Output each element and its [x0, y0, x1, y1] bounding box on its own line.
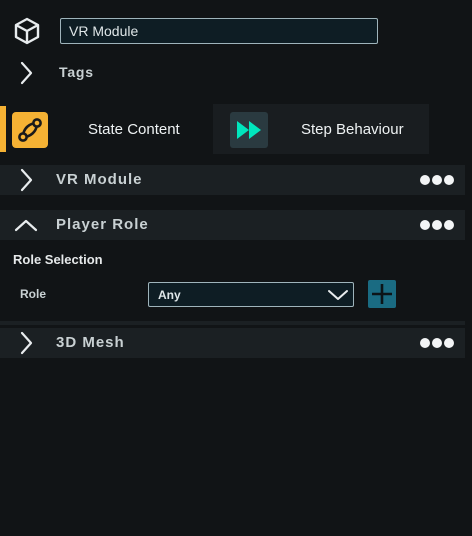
fast-forward-icon[interactable]	[230, 112, 268, 148]
tab-step-behaviour-label[interactable]: Step Behaviour	[301, 121, 404, 138]
add-role-button[interactable]	[368, 280, 396, 308]
chevron-right-icon[interactable]	[14, 60, 38, 86]
plus-icon	[372, 284, 392, 304]
chevron-down-icon	[328, 290, 348, 300]
section-title: 3D Mesh	[56, 334, 125, 351]
role-dropdown-value: Any	[158, 288, 181, 302]
role-field-label: Role	[20, 287, 47, 301]
section-vr-module[interactable]: VR Module	[0, 165, 465, 195]
more-options-icon[interactable]	[420, 336, 454, 350]
more-options-icon[interactable]	[420, 173, 454, 187]
chevron-right-icon[interactable]	[14, 331, 38, 355]
tab-state-content-label[interactable]: State Content	[88, 121, 180, 138]
section-divider	[0, 321, 465, 325]
role-selection-label: Role Selection	[13, 252, 103, 267]
active-tab-indicator	[0, 106, 6, 152]
section-player-role[interactable]: Player Role	[0, 210, 465, 240]
cube-icon	[14, 17, 40, 45]
tags-label[interactable]: Tags	[59, 64, 94, 80]
more-options-icon[interactable]	[420, 218, 454, 232]
state-content-icon[interactable]	[12, 112, 48, 148]
object-name-input[interactable]	[60, 18, 378, 44]
section-title: Player Role	[56, 216, 149, 233]
section-3d-mesh[interactable]: 3D Mesh	[0, 328, 465, 358]
chevron-up-icon[interactable]	[14, 213, 38, 237]
chevron-right-icon[interactable]	[14, 168, 38, 192]
section-title: VR Module	[56, 171, 143, 188]
role-dropdown[interactable]: Any	[148, 282, 354, 307]
